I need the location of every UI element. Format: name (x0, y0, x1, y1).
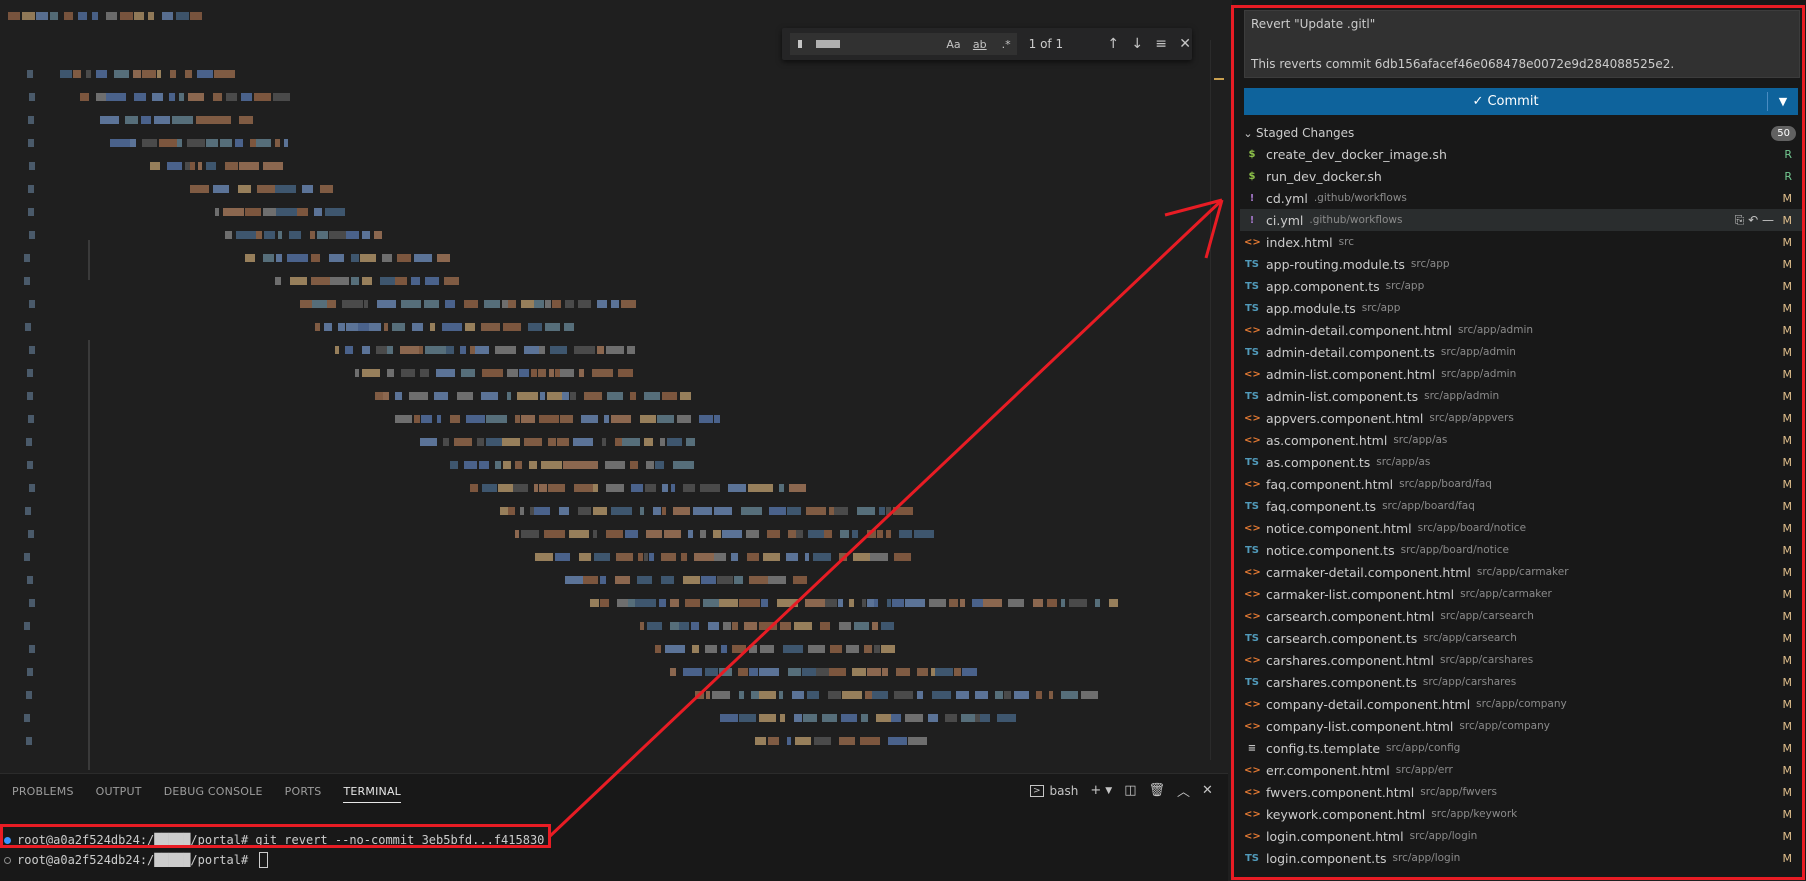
maximize-panel-icon[interactable]: ︿ (1177, 781, 1190, 800)
panel-tabs: PROBLEMS OUTPUT DEBUG CONSOLE PORTS TERM… (12, 785, 423, 803)
find-match-marker (1214, 78, 1224, 80)
find-input[interactable]: Aa ab .* (790, 33, 1017, 55)
tab-ports[interactable]: PORTS (285, 785, 322, 803)
blurred-code-area (0, 40, 1118, 770)
close-icon[interactable]: ✕ (1178, 36, 1192, 52)
editor-scrollbar[interactable] (1210, 40, 1229, 760)
trash-icon[interactable]: 🗑 (1149, 783, 1166, 798)
arrow-up-icon[interactable]: ↑ (1106, 36, 1120, 52)
chevron-down-icon[interactable]: ▼ (1105, 786, 1112, 796)
terminal-shell-label[interactable]: bash (1050, 784, 1079, 798)
find-widget: Aa ab .* 1 of 1 ↑ ↓ ≡ ✕ (782, 28, 1192, 60)
code-editor[interactable] (0, 0, 1210, 770)
close-panel-icon[interactable]: ✕ (1202, 783, 1213, 798)
terminal-prompt: root@a0a2f524db24:/█████/portal# (17, 853, 256, 867)
match-case-icon[interactable]: Aa (946, 38, 960, 51)
tab-problems[interactable]: PROBLEMS (12, 785, 74, 803)
tab-debug-console[interactable]: DEBUG CONSOLE (164, 785, 263, 803)
add-terminal-icon[interactable]: + (1090, 783, 1101, 798)
terminal-cursor (259, 852, 269, 868)
split-terminal-icon[interactable]: ◫ (1124, 783, 1136, 798)
panel-actions: > bash + ▼ ◫ 🗑 ︿ ✕ (1030, 781, 1225, 800)
regex-icon[interactable]: .* (1002, 38, 1011, 51)
terminal-icon: > (1030, 784, 1044, 797)
terminal-line: root@a0a2f524db24:/█████/portal# (0, 850, 1200, 870)
arrow-down-icon[interactable]: ↓ (1130, 36, 1144, 52)
tab-output[interactable]: OUTPUT (96, 785, 142, 803)
prompt-icon (4, 856, 11, 864)
find-in-selection-icon[interactable]: ≡ (1154, 36, 1168, 52)
breadcrumb[interactable] (8, 8, 208, 24)
whole-word-icon[interactable]: ab (973, 38, 987, 51)
tab-terminal[interactable]: TERMINAL (343, 785, 401, 803)
annotation-box-scm (1231, 5, 1805, 880)
annotation-box-terminal (0, 824, 551, 848)
find-match-count: 1 of 1 (1028, 37, 1064, 51)
